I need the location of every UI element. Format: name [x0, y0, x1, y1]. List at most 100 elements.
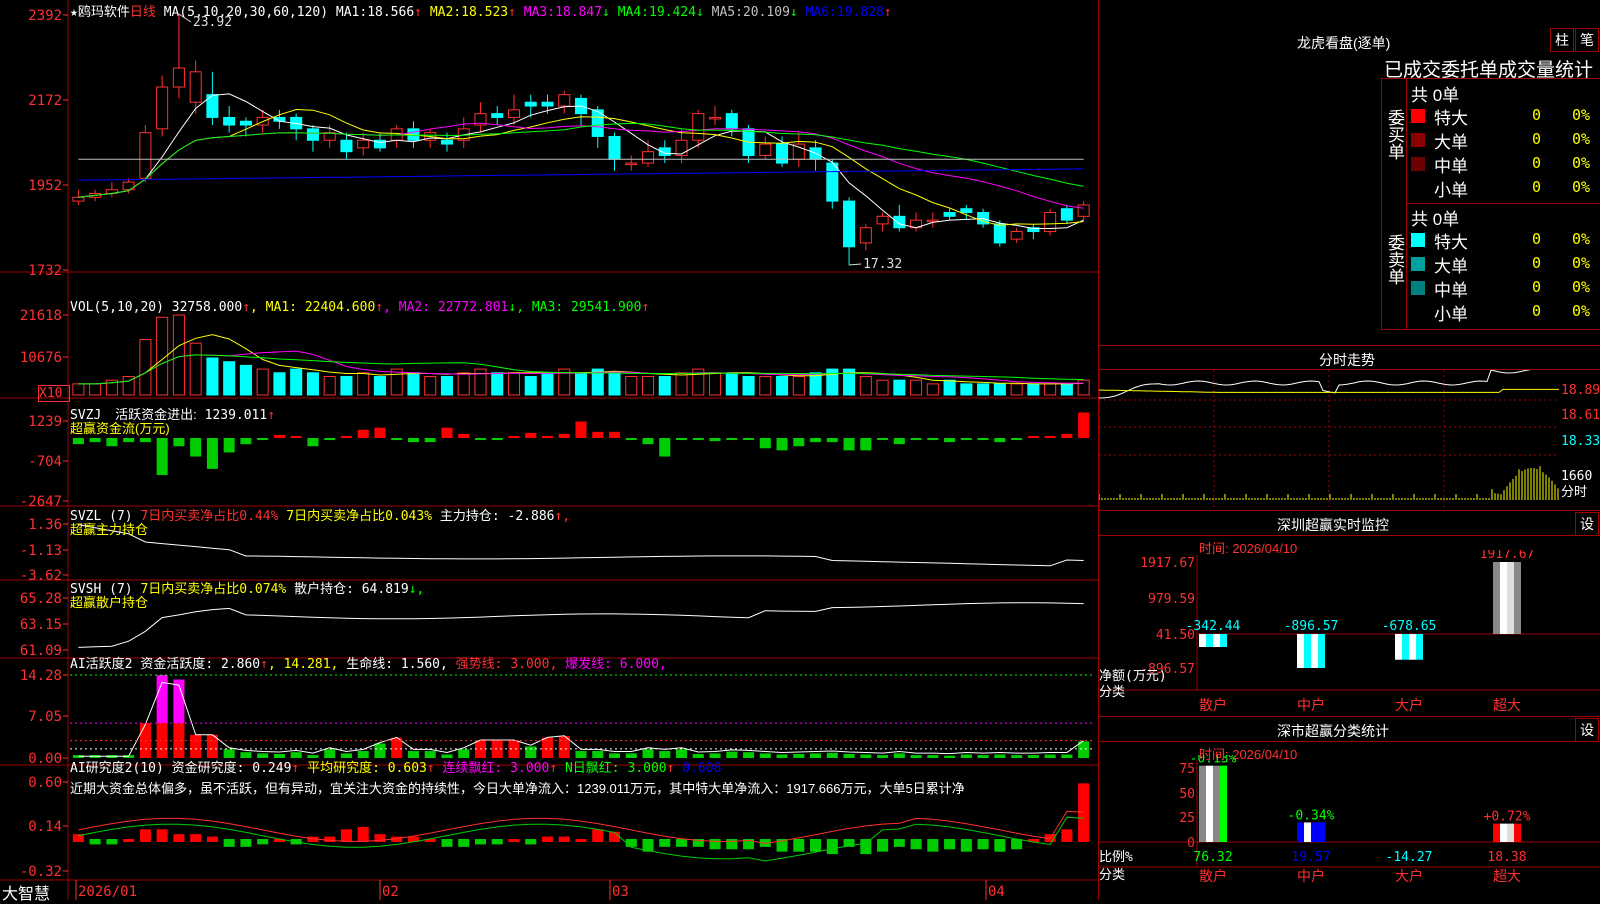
research-bar [977, 839, 989, 850]
sz-monitor-category-1: 散户 [1199, 697, 1227, 714]
svzj-subtitle: 超赢资金流(万元) [70, 421, 170, 436]
sz-class-bar-2 [1311, 822, 1318, 842]
x-axis-label-1: 2026/01 [78, 884, 137, 900]
buy-color-swatch [1411, 157, 1425, 171]
fund-flow-bar [592, 431, 604, 438]
svzj-ylabel: 1239 [28, 414, 62, 430]
activity-bar [1061, 754, 1073, 758]
fund-flow-bar [458, 433, 470, 438]
intraday-chart[interactable]: 18.89 18.61 18.33 1660分时 [1099, 370, 1600, 510]
research-bar [927, 839, 939, 852]
research-bar [106, 839, 118, 845]
fund-flow-bar [1011, 438, 1023, 441]
tick-mode-button[interactable]: 笔 [1575, 28, 1599, 52]
bar-mode-button[interactable]: 柱 [1550, 28, 1574, 52]
candle [357, 139, 370, 149]
fund-flow-bar [910, 438, 922, 441]
svzl-item2: 7日内买卖净占比0.043% [286, 509, 433, 524]
activity-bar [1044, 754, 1056, 758]
sell-color-swatch [1411, 305, 1425, 319]
sz-monitor-settings-button[interactable]: 设 [1575, 512, 1599, 536]
sz-class-top-label-4: +0.72% [1484, 810, 1531, 825]
research-bar [826, 839, 838, 855]
sz-class-bar-1 [1206, 765, 1213, 842]
buy-row-label: 大单 [1434, 133, 1468, 152]
fund-flow-bar [810, 438, 822, 443]
volume-bar [172, 314, 185, 396]
volume-bar [977, 383, 990, 396]
research-bar [190, 834, 202, 842]
sz-class-value-1: 76.32 [1193, 850, 1232, 865]
volume-bar [424, 375, 437, 396]
sell-color-swatch [1411, 233, 1425, 247]
kline-panel[interactable]: ★鸥玛软件日线 MA(5,10,20,30,60,120) MA1:18.566… [0, 0, 1099, 903]
vol-unit: X10 [38, 385, 70, 402]
sz-class-chart[interactable]: 7550250-0.13%76.32散户-0.34%19.57中户-14.27大… [1099, 755, 1600, 900]
sz-class-top-label-2: -0.34% [1288, 808, 1335, 823]
fund-flow-bar [374, 427, 386, 438]
fund-flow-bar [575, 421, 587, 438]
sz-class-bar-1 [1220, 765, 1227, 842]
main-position-line [78, 524, 1084, 567]
sell-row-percent: 0% [1572, 230, 1591, 248]
fund-flow-bar [240, 438, 252, 445]
volume-bar [323, 375, 336, 396]
candle [709, 116, 722, 120]
fund-flow-bar [541, 435, 554, 438]
activity-bar [190, 734, 202, 758]
vol-ma-3-arrow: ↑ [641, 300, 650, 315]
volume-bar [859, 375, 872, 396]
research-bar [608, 831, 621, 842]
fund-flow-bar [558, 433, 570, 438]
fund-flow-bar [491, 438, 503, 441]
buy-row-label: 中单 [1434, 157, 1468, 176]
sz-monitor-value-1: -342.44 [1186, 619, 1241, 634]
fund-flow-bar [759, 438, 771, 449]
sz-monitor-bar-3 [1416, 634, 1423, 660]
sell-row-percent: 0% [1572, 302, 1591, 320]
kline-ylabel: 2172 [28, 93, 62, 109]
sz-class-top-label-1: -0.13% [1190, 755, 1237, 767]
sz-monitor-chart[interactable]: 1917.67979.5941.50-896.57-342.44散户-896.5… [1099, 550, 1600, 715]
svzl-arrow: ↑, [554, 509, 571, 524]
sz-monitor-value-2: -896.57 [1284, 619, 1339, 634]
fund-flow-bar [860, 438, 872, 451]
ma3-line [78, 122, 1084, 209]
buy-side-label: 委买单 [1385, 109, 1404, 160]
volume-bar [290, 368, 303, 396]
kline-ylabel: 1952 [28, 178, 62, 194]
fenshi-ylabel: 18.33 [1561, 434, 1600, 449]
research-bar [793, 839, 805, 852]
fund-flow-bar [776, 438, 788, 451]
sell-total: 共 0单 [1411, 210, 1460, 229]
volume-bar [742, 375, 755, 396]
fenshi-vol-unit: 分时 [1561, 485, 1587, 500]
volume-bar [574, 372, 588, 396]
fund-flow-bar [307, 438, 319, 447]
svzj-ylabel: -2647 [20, 494, 62, 510]
sz-monitor-bar-2 [1311, 634, 1318, 668]
candle [876, 215, 889, 225]
activity-bar [893, 753, 905, 758]
research-bar [156, 829, 168, 842]
fund-flow-bar [893, 438, 905, 445]
research-bar [206, 836, 218, 842]
svsh-ylabel: 61.09 [20, 643, 62, 659]
volume-bar [457, 372, 470, 396]
sz-monitor-bar-3 [1395, 634, 1402, 660]
fenshi-ylabel: 18.89 [1561, 383, 1600, 398]
ai2-item5: 0.608 [682, 761, 722, 776]
activity-bar [960, 754, 972, 758]
volume-bar [776, 375, 789, 396]
ai1-title: AI活跃度2 [70, 657, 133, 672]
volume-bar [89, 383, 102, 396]
sz-class-settings-button[interactable]: 设 [1575, 718, 1599, 742]
buy-row-percent: 0% [1572, 130, 1591, 148]
sell-side-label: 委卖单 [1385, 234, 1404, 285]
activity-bar [776, 754, 788, 758]
research-bar [340, 829, 352, 842]
svsh-subtitle: 超赢散户持仓 [70, 595, 149, 610]
buy-row-percent: 0% [1572, 178, 1591, 196]
activity-bar [877, 755, 889, 758]
research-bar [659, 839, 671, 847]
